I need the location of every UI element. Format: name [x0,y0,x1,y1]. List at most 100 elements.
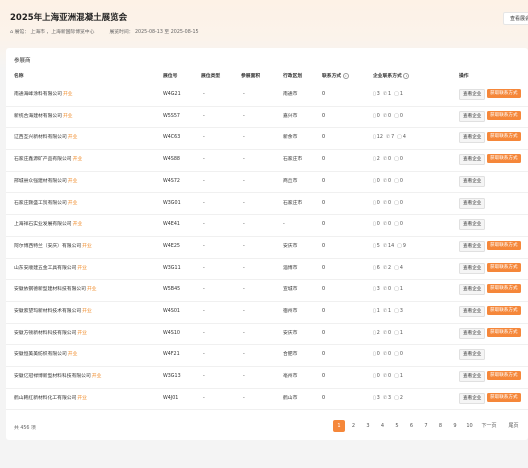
last-page-button[interactable]: 尾页 [502,420,525,432]
view-company-button[interactable]: 查看企业 [459,219,486,231]
company-name[interactable]: 鹤山韩红新材料化工有限公司 [14,396,76,401]
booth-cell: W4C63 [163,135,181,141]
view-company-button[interactable]: 查看企业 [459,327,486,339]
message-icon: ▢ [394,221,399,228]
view-company-button[interactable]: 查看企业 [459,306,486,317]
company-name[interactable]: 南通海峰涂料有限公司 [14,92,62,97]
open-tag: 开业 [62,113,73,119]
page-button-1[interactable]: 1 [333,420,345,432]
info-icon[interactable]: i [403,72,410,79]
call-icon: ✆ [382,351,388,358]
company-name-cell[interactable]: 南通海峰涂料有限公司开业 [14,84,73,106]
page-button-9[interactable]: 9 [449,420,461,432]
company-name[interactable]: 石家庄鑫源矿产品有限公司 [14,157,72,162]
company-name-cell[interactable]: 邢城县众强建材有限公司开业 [14,171,77,193]
call-icon: ✆ [382,242,388,249]
view-company-button[interactable]: 查看企业 [459,132,486,144]
open-tag: 开业 [72,222,83,228]
company-name-cell[interactable]: 阿尔博西特兰（安庆）有限公司开业 [14,236,92,258]
region-cell: 新余市 [283,135,298,141]
booth-cell: W3G01 [163,200,181,206]
page-button-3[interactable]: 3 [362,420,374,432]
company-name[interactable]: 邢城县众强建材有限公司 [14,179,67,184]
company-name-cell[interactable]: 安徽索望玛新材料技术有限公司开业 [14,301,92,323]
message-icon: ▢ [394,112,399,119]
booth-type-cell: - [203,243,205,249]
call-icon: ✆ [382,329,388,336]
company-name-cell[interactable]: 上海祥石实业发展有限公司开业 [14,214,82,236]
phone-icon: ▯ [373,134,376,141]
get-contact-button[interactable]: 获取联系方式 [487,392,521,402]
company-name-cell[interactable]: 安徽方顿新材料科技有限公司开业 [14,323,87,345]
get-contact-button[interactable]: 获取联系方式 [487,306,521,315]
get-contact-button[interactable]: 获取联系方式 [487,327,521,337]
region-cell: 亳州市 [283,374,298,380]
view-company-button[interactable]: 查看企业 [459,89,486,100]
info-icon[interactable]: i [342,72,349,79]
view-expo-button[interactable]: 查看展会 [503,12,528,25]
company-name-cell[interactable]: 辽西互兴新材料有限公司开业 [14,127,77,149]
message-icon: ▢ [394,177,399,184]
view-company-button[interactable]: 查看企业 [459,262,486,274]
message-icon: ▢ [394,308,399,314]
company-name[interactable]: 山东安顺建五金工具有限公司 [14,266,76,271]
view-company-button[interactable]: 查看企业 [459,240,486,252]
company-name[interactable]: 安徽亿冠禄博新型材料科技有限公司 [14,374,91,379]
view-company-button[interactable]: 查看企业 [459,197,486,209]
view-company-button[interactable]: 查看企业 [459,110,486,122]
view-company-button[interactable]: 查看企业 [459,284,486,296]
view-company-button[interactable]: 查看企业 [459,349,486,361]
booth-area-cell: - [243,352,245,358]
page-button-4[interactable]: 4 [376,420,389,432]
get-contact-button[interactable]: 获取联系方式 [487,89,521,98]
company-contact-cell: ▯ 5 ✆ 14 ▢ 9 [373,236,408,258]
company-name-cell[interactable]: 安徽依钢德新型建材科技有限公司开业 [14,279,97,301]
company-name[interactable]: 新统合海建材有限公司 [14,114,62,119]
company-contact-cell: ▯ 0 ✆ 0 ▢ 1 [373,366,405,388]
get-contact-button[interactable]: 获取联系方式 [487,262,521,272]
company-name[interactable]: 阿尔博西特兰（安庆）有限公司 [14,244,81,249]
page-button-8[interactable]: 8 [434,420,447,432]
get-contact-button[interactable]: 获取联系方式 [487,132,521,142]
view-company-button[interactable]: 查看企业 [459,371,486,383]
get-contact-button[interactable]: 获取联系方式 [487,154,521,164]
company-contact-cell: ▯ 3 ✆ 3 ▢ 2 [373,388,405,410]
company-name-cell[interactable]: 山东安顺建五金工具有限公司开业 [14,258,87,280]
company-contact-cell: ▯ 1 ✆ 1 ▢ 3 [373,301,405,323]
company-name[interactable]: 上海祥石实业发展有限公司 [14,222,72,227]
page-button-5[interactable]: 5 [391,420,403,432]
get-contact-button[interactable]: 获取联系方式 [487,284,521,294]
booth-cell: W4S01 [163,309,180,314]
get-contact-button[interactable]: 获取联系方式 [487,110,521,120]
booth-type-cell: - [203,395,205,401]
company-name-cell[interactable]: 石家庄颢盛工贸有限公司开业 [14,193,77,215]
next-page-button[interactable]: 下一页 [478,420,500,432]
page-button-6[interactable]: 6 [405,420,418,432]
view-company-button[interactable]: 查看企业 [459,154,486,166]
company-name-cell[interactable]: 安徽亿冠禄博新型材料科技有限公司开业 [14,366,101,388]
view-company-button[interactable]: 查看企业 [459,392,486,404]
company-name[interactable]: 安徽索望玛新材料技术有限公司 [14,309,81,314]
phone-icon: ▯ [373,286,376,293]
company-name[interactable]: 石家庄颢盛工贸有限公司 [14,201,67,206]
company-name[interactable]: 安徽依钢德新型建材科技有限公司 [14,287,86,292]
company-name[interactable]: 安徽方顿新材料科技有限公司 [14,331,76,336]
company-name-cell[interactable]: 新统合海建材有限公司开业 [14,106,73,128]
get-contact-button[interactable]: 获取联系方式 [487,240,521,250]
company-name-cell[interactable]: 石家庄鑫源矿产品有限公司开业 [14,149,82,171]
col-ops: 操作 [459,74,469,79]
company-name-cell[interactable]: 安徽恒美美纺织有限公司开业 [14,344,77,366]
call-icon: ✆ [382,264,388,271]
company-name[interactable]: 安徽恒美美纺织有限公司 [14,352,67,357]
page-button-7[interactable]: 7 [420,420,432,432]
get-contact-button[interactable]: 获取联系方式 [487,371,521,381]
message-icon: ▢ [394,264,399,271]
view-company-button[interactable]: 查看企业 [459,175,486,187]
page-button-10[interactable]: 10 [463,420,476,432]
booth-type-cell: - [203,374,205,380]
company-name[interactable]: 辽西互兴新材料有限公司 [14,135,67,140]
company-name-cell[interactable]: 鹤山韩红新材料化工有限公司开业 [14,388,87,410]
page-button-2[interactable]: 2 [347,420,360,432]
company-contact-cell: ▯ 3 ✆ 1 ▢ 1 [373,84,405,106]
region-cell: 淄博市 [283,265,298,271]
